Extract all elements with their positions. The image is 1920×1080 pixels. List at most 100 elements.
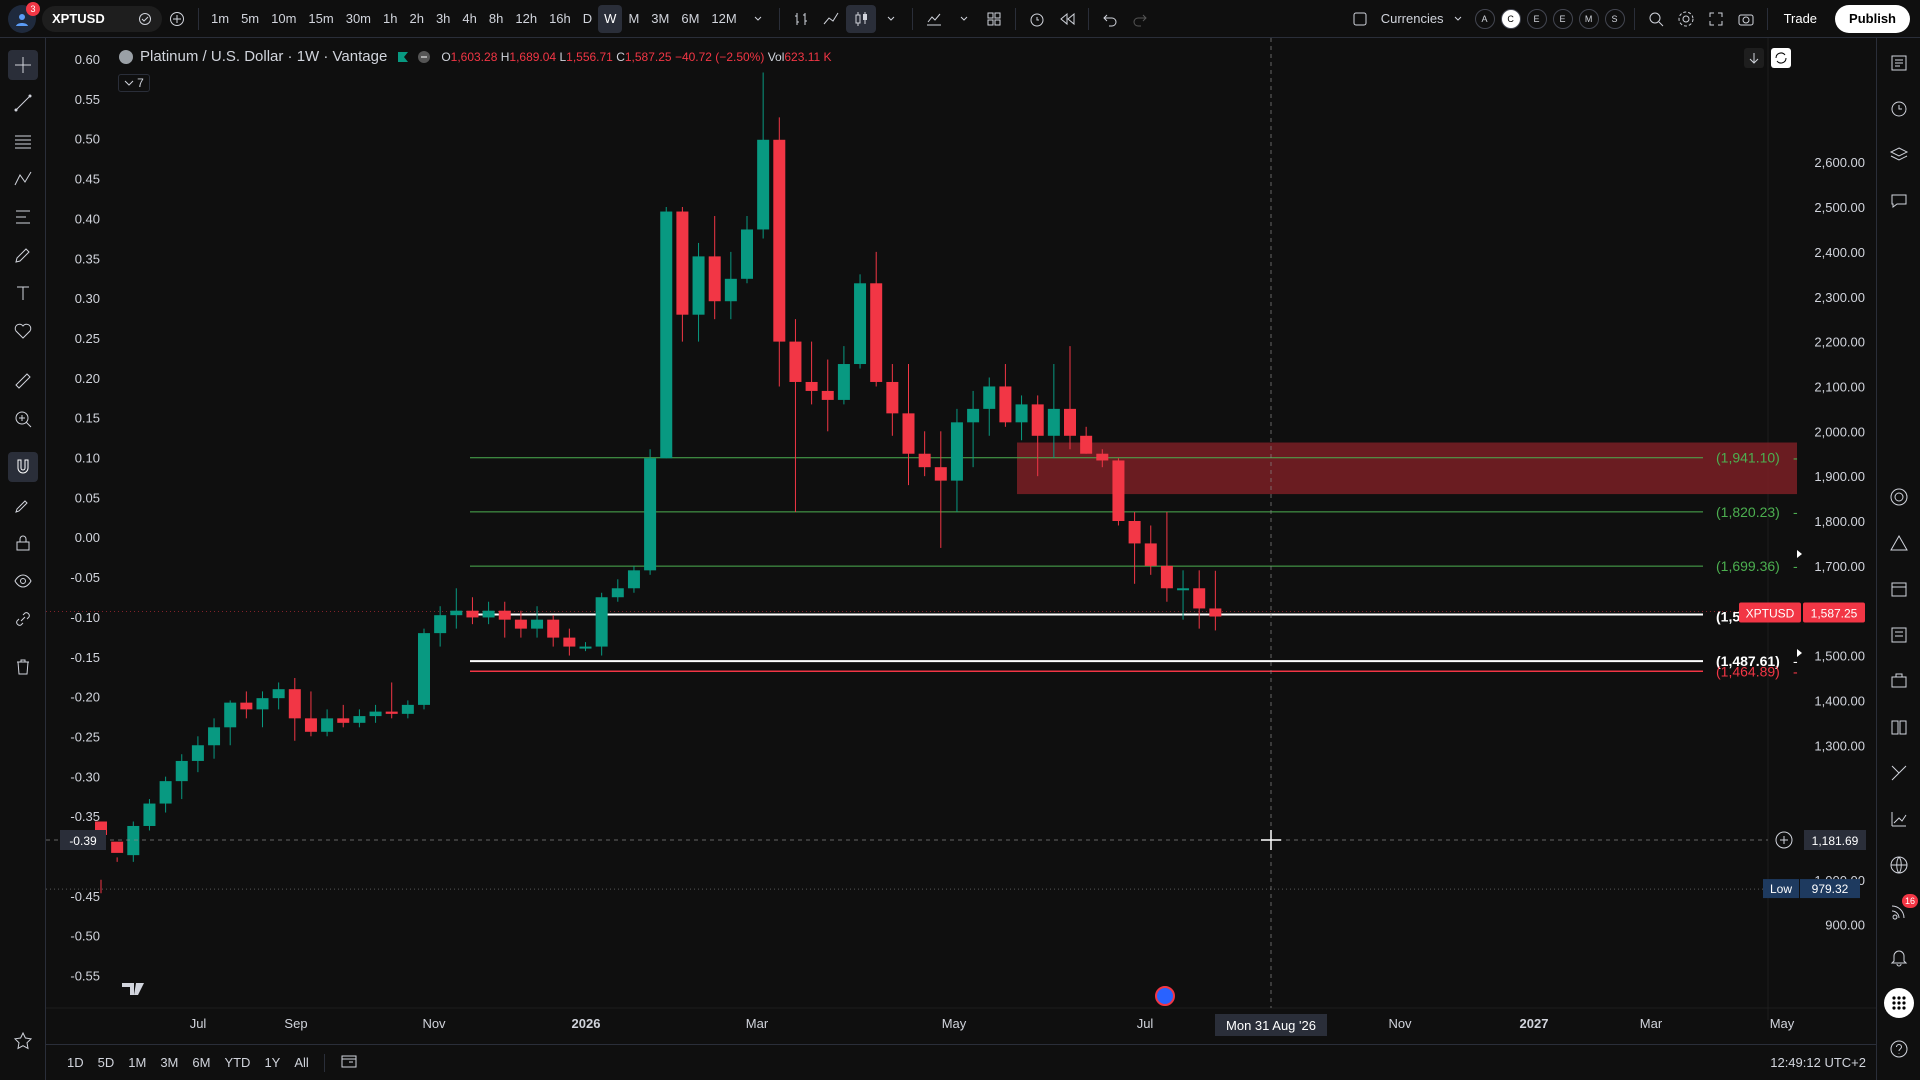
brush-tool[interactable] (8, 240, 38, 270)
interval-8h[interactable]: 8h (483, 5, 509, 33)
chart-type-dropdown[interactable] (876, 5, 906, 33)
chevron-down-icon (754, 16, 762, 21)
community-button[interactable] (1884, 850, 1914, 880)
utc-clock[interactable]: 12:49:12 UTC+2 (1770, 1055, 1866, 1070)
range-1m[interactable]: 1M (121, 1055, 153, 1070)
bar-style-button[interactable] (786, 5, 816, 33)
interval-10m[interactable]: 10m (265, 5, 302, 33)
line-style-button[interactable] (816, 5, 846, 33)
news-button[interactable] (1884, 620, 1914, 650)
range-3m[interactable]: 3M (153, 1055, 185, 1070)
hide-drawings-tool[interactable] (8, 566, 38, 596)
object-tree-button[interactable] (1884, 140, 1914, 170)
currency-filter-5[interactable]: S (1604, 8, 1625, 29)
trade-button[interactable]: Trade (1774, 5, 1827, 33)
interval-dropdown[interactable] (743, 5, 773, 33)
trading-button[interactable] (1884, 804, 1914, 834)
calendar-button[interactable] (1884, 574, 1914, 604)
range-all[interactable]: All (287, 1055, 315, 1070)
price-chart[interactable]: (1,941.10) -(1,820.23) -(1,699.36) -(1,487.… (46, 38, 1876, 1038)
interval-12m[interactable]: 12M (705, 5, 742, 33)
level-label-2: (1,699.36) (1716, 558, 1780, 574)
symbol-search[interactable]: XPTUSD (42, 5, 162, 32)
icon-tool[interactable] (8, 316, 38, 346)
measure-tool[interactable] (8, 366, 38, 396)
link-tool[interactable] (8, 604, 38, 634)
close-value: 1,587.25 (624, 49, 672, 64)
target-button[interactable] (1884, 482, 1914, 512)
magnet-tool[interactable] (8, 452, 38, 482)
range-ytd[interactable]: YTD (217, 1055, 257, 1070)
notes-button[interactable] (1884, 712, 1914, 742)
interval-5m[interactable]: 5m (235, 5, 265, 33)
settings-button[interactable] (1671, 5, 1701, 33)
user-avatar[interactable]: 3 (8, 1, 40, 33)
trend-line-tool[interactable] (8, 88, 38, 118)
currency-filter-0[interactable]: A (1474, 8, 1495, 29)
lock-drawings-tool[interactable] (8, 528, 38, 558)
ideas-button[interactable] (1884, 528, 1914, 558)
goto-date-button[interactable] (333, 1053, 365, 1072)
streams-button[interactable]: 16 (1884, 894, 1918, 926)
replay-button[interactable] (1052, 5, 1082, 33)
interval-3m[interactable]: 3M (645, 5, 675, 33)
pattern-tool[interactable] (8, 164, 38, 194)
interval-3h[interactable]: 3h (430, 5, 456, 33)
alert-button[interactable] (1022, 5, 1052, 33)
snapshot-button[interactable] (1731, 5, 1761, 33)
interval-w[interactable]: W (598, 4, 623, 33)
add-symbol-button[interactable] (162, 5, 192, 33)
publish-button[interactable]: Publish (1835, 4, 1910, 33)
calendar-icon (1891, 582, 1907, 597)
range-1d[interactable]: 1D (60, 1055, 91, 1070)
currency-filter-2[interactable]: E (1526, 8, 1547, 29)
favorites-tool[interactable] (8, 1026, 38, 1056)
text-tool[interactable] (8, 278, 38, 308)
indicators-button[interactable] (919, 5, 949, 33)
forecast-tool[interactable] (8, 202, 38, 232)
indicators-dropdown[interactable] (949, 5, 979, 33)
fib-tool[interactable] (8, 126, 38, 156)
interval-m[interactable]: M (622, 5, 645, 33)
redo-button[interactable] (1125, 5, 1155, 33)
notifications-button[interactable] (1884, 942, 1914, 972)
zoom-tool[interactable] (8, 404, 38, 434)
interval-30m[interactable]: 30m (340, 5, 377, 33)
screener-button[interactable] (1884, 666, 1914, 696)
quick-search-button[interactable] (1641, 5, 1671, 33)
interval-2h[interactable]: 2h (403, 5, 429, 33)
interval-12h[interactable]: 12h (509, 5, 543, 33)
undo-button[interactable] (1095, 5, 1125, 33)
interval-d[interactable]: D (577, 5, 598, 33)
currency-filter-4[interactable]: M (1578, 8, 1599, 29)
interval-16h[interactable]: 16h (543, 5, 577, 33)
drawings-button[interactable] (1884, 758, 1914, 788)
currency-filter-3[interactable]: E (1552, 8, 1573, 29)
currencies-dropdown[interactable] (1450, 5, 1466, 33)
collapse-indicators-button[interactable]: 7 (118, 74, 150, 92)
separator (323, 1053, 325, 1072)
range-6m[interactable]: 6M (185, 1055, 217, 1070)
right-axis-label: 1,300.00 (1814, 738, 1865, 753)
currencies-checkbox[interactable] (1345, 5, 1375, 33)
chats-button[interactable] (1884, 186, 1914, 216)
fullscreen-button[interactable] (1701, 5, 1731, 33)
interval-1m[interactable]: 1m (205, 5, 235, 33)
interval-6m[interactable]: 6M (675, 5, 705, 33)
remove-drawings-tool[interactable] (8, 652, 38, 682)
range-5d[interactable]: 5D (91, 1055, 122, 1070)
alerts-button[interactable] (1884, 94, 1914, 124)
help-button[interactable] (1884, 1034, 1914, 1064)
range-1y[interactable]: 1Y (257, 1055, 287, 1070)
currency-filter-1[interactable]: C (1500, 8, 1521, 29)
candle-style-button[interactable] (845, 4, 876, 33)
hide-icon[interactable] (417, 50, 431, 64)
interval-15m[interactable]: 15m (302, 5, 339, 33)
stay-drawing-tool[interactable] (8, 490, 38, 520)
crosshair-tool[interactable] (8, 50, 38, 80)
layouts-button[interactable] (979, 5, 1009, 33)
interval-1h[interactable]: 1h (377, 5, 403, 33)
interval-4h[interactable]: 4h (456, 5, 482, 33)
products-button[interactable] (1884, 988, 1914, 1018)
watchlist-button[interactable] (1884, 48, 1914, 78)
